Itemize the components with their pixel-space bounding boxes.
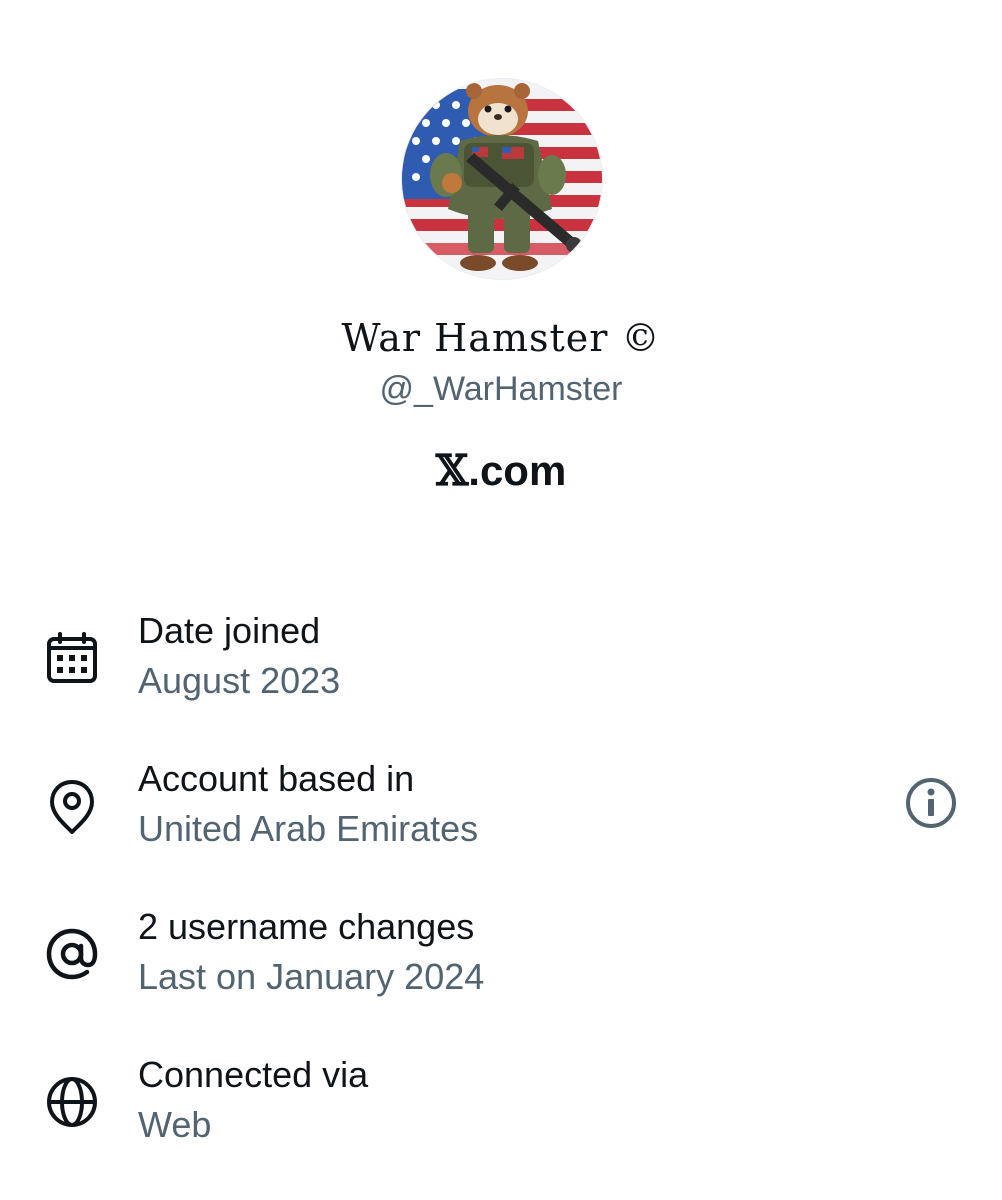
detail-row-username-changes: 2 username changes Last on January 2024	[0, 906, 1002, 1016]
username-handle: @_WarHamster	[379, 370, 623, 408]
avatar[interactable]	[401, 78, 603, 280]
site-suffix: .com	[468, 447, 567, 494]
info-icon[interactable]	[904, 776, 958, 830]
detail-value: United Arab Emirates	[138, 808, 479, 849]
site-label: 𝕏.com	[0, 446, 1002, 495]
detail-value: Last on January 2024	[138, 956, 485, 997]
at-sign-icon	[46, 928, 98, 980]
detail-row-account-based-in: Account based in United Arab Emirates	[0, 758, 1002, 868]
detail-label: 2 username changes	[138, 906, 475, 947]
detail-value: August 2023	[138, 660, 341, 701]
detail-label: Account based in	[138, 758, 415, 799]
globe-icon	[47, 1077, 97, 1127]
avatar-image	[402, 79, 602, 279]
detail-label: Connected via	[138, 1054, 369, 1095]
calendar-icon	[47, 632, 97, 683]
detail-row-date-joined: Date joined August 2023	[0, 610, 1002, 720]
location-pin-icon	[50, 780, 94, 834]
detail-row-connected-via: Connected via Web	[0, 1054, 1002, 1164]
x-logo-text: 𝕏	[435, 446, 469, 495]
display-name: War Hamster ©	[341, 316, 661, 360]
detail-value: Web	[138, 1104, 212, 1145]
detail-label: Date joined	[138, 610, 321, 651]
